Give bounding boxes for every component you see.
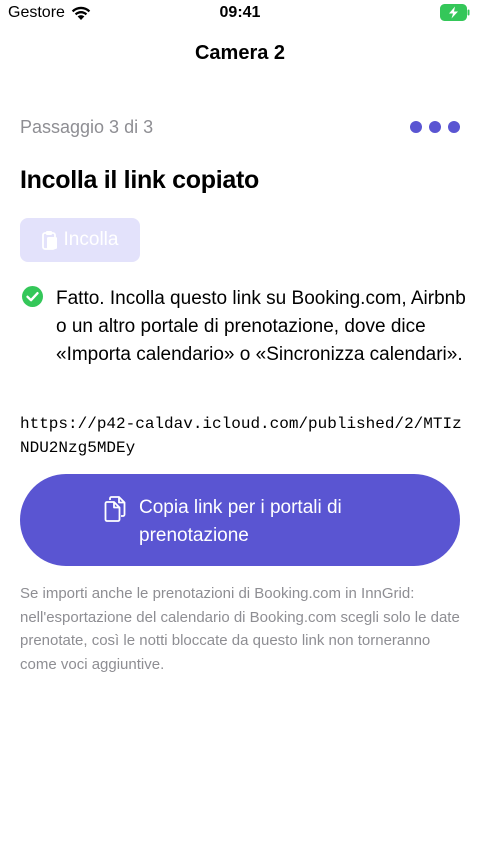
page-heading: Incolla il link copiato xyxy=(20,166,259,194)
checkmark-circle-icon xyxy=(22,286,43,307)
footnote: Se importi anche le prenotazioni di Book… xyxy=(20,585,460,673)
step-dot-3 xyxy=(448,121,460,133)
step-dot-2 xyxy=(429,121,441,133)
clipboard-icon xyxy=(41,230,58,250)
status-bar: Gestore 09:41 xyxy=(0,0,480,28)
done-message-text: Fatto. Incolla questo link su Booking.co… xyxy=(56,288,466,365)
step-indicator: Passaggio 3 di 3 xyxy=(20,117,460,139)
calendar-link: https://p42-caldav.icloud.com/published/… xyxy=(20,415,462,457)
copy-link-button-label: Copia link per i portali di prenotazione xyxy=(139,497,342,546)
paste-button-label: Incolla xyxy=(63,229,119,250)
nav-title: Camera 2 xyxy=(194,42,286,64)
step-dots xyxy=(410,121,460,133)
step-dot-1 xyxy=(410,121,422,133)
step-label: Passaggio 3 di 3 xyxy=(20,117,154,137)
paste-button[interactable]: Incolla xyxy=(20,218,140,262)
copy-link-button[interactable]: Copia link per i portali di prenotazione xyxy=(20,474,460,566)
status-time: 09:41 xyxy=(219,4,261,21)
copy-documents-icon xyxy=(104,496,126,522)
battery-charging-icon xyxy=(440,4,470,21)
